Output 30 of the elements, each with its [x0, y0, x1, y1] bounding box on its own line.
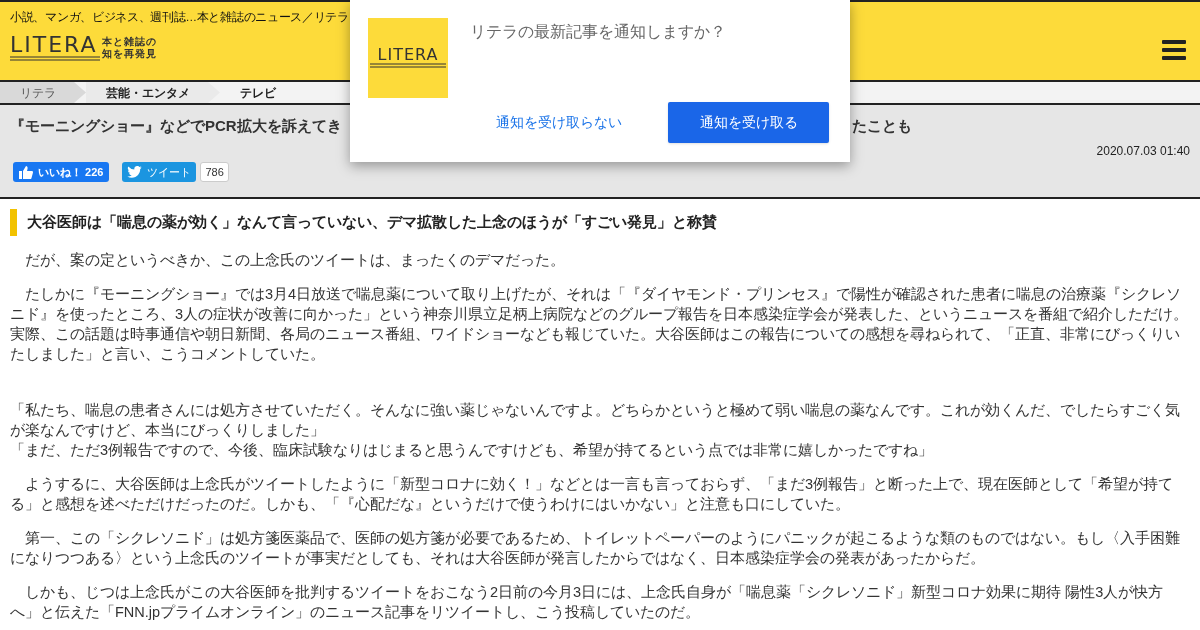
- article-title-end: たことも: [852, 116, 912, 136]
- menu-icon[interactable]: [1162, 40, 1186, 60]
- logo-wordmark: LITERA: [377, 47, 439, 63]
- tweet-button[interactable]: ツイート: [122, 162, 197, 182]
- quote-paragraph: 「私たち、喘息の患者さんには処方させていただく。そんなに強い薬じゃないんですよ。どちらかというと極めて弱い喘息の薬なんです。これが効くんだ、でしたらすごく気が楽なんですけど、本当にびっくりしました」: [10, 401, 1181, 440]
- article-paragraph: だが、案の定というべきか、この上念氏のツイートは、まったくのデマだった。: [24, 251, 566, 270]
- dialog-message: リテラの最新記事を通知しますか？: [470, 22, 726, 42]
- heading-accent-bar: [10, 209, 17, 236]
- accept-button[interactable]: 通知を受け取る: [668, 102, 829, 143]
- thumbs-up-icon: [19, 165, 33, 179]
- breadcrumb-link[interactable]: リテラ: [0, 82, 86, 103]
- quote-paragraph: 「まだ、ただ3例報告ですので、今後、臨床試験なりはじまると思うんですけども、希望が持てるという点では非常に嬉しかったですね」: [10, 441, 935, 460]
- logo-subtitle: 本と雑誌の: [102, 36, 157, 48]
- like-button[interactable]: いいね！ 226: [13, 162, 110, 182]
- bird-icon: [127, 166, 143, 178]
- section-heading: 大谷医師は「喘息の薬が効く」なんて言っていない、デマ拡散した上念のほうが「すごい発見」と称賛: [27, 212, 717, 233]
- article-date: 2020.07.03 01:40: [1096, 143, 1190, 160]
- decline-button[interactable]: 通知を受け取らない: [486, 102, 632, 143]
- article-title-start: 『モーニングショー』などでPCR拡大を訴えてき: [10, 116, 342, 136]
- book-line-icon: [370, 63, 446, 69]
- article-paragraph: ようするに、大谷医師は上念氏がツイートしたように「新型コロナに効く！」などとは一言も言っておらず、「まだ3例報告」と断った上で、現在医師として「希望が持てる」と感想を述べただけだったのだ。しかも、「『心配だな』というだけで使うわけにはいかない」と注意も口にしていた。: [10, 475, 1175, 514]
- logo-wordmark: LITERA: [10, 34, 99, 56]
- breadcrumb-link[interactable]: 芸能・エンタメ: [86, 82, 220, 103]
- site-tagline: 小説、マンガ、ビジネス、週刊誌…本と雑誌のニュース／リテラ: [10, 10, 350, 24]
- article-paragraph: たしかに『モーニングショー』では3月4日放送で喘息薬について取り上げたが、それは「『ダイヤモンド・プリンセス』で陽性が確認された患者に喘息の治療薬『シクレソニド』を使ったところ、3人の症状が改善に向かった」という神奈川県立足柄上病院などのグループ報告を日本感染症学会が発表した、というニュースを番組で紹介しただけ。実際、この話題は時事通信や朝日新聞、各局のニュース番組、ワイドショーなども報じていた。大谷医師はこの報告についての感想を尋ねられて、「正直、非常にびっくりいたしました」と言い、こうコメントしていた。: [10, 285, 1190, 364]
- logo-subtitle: 知を再発見: [102, 48, 157, 60]
- book-line-icon: [10, 56, 100, 62]
- article-paragraph: 第一、この「シクレソニド」は処方箋医薬品で、医師の処方箋が必要であるため、トイレットペーパーのようにパニックが起こるような類のものではない。もし〈入手困難になりつつある〉という上念氏のツイートが事実だとしても、それは大谷医師が発言したからではなく、日本感染症学会の発表があったからだ。: [10, 529, 1181, 568]
- article-paragraph: しかも、じつは上念氏がこの大谷医師を批判するツイートをおこなう2日前の今月3日には、上念氏自身が「喘息薬「シクレソニド」新型コロナ効果に期待 陽性3人が快方へ」と伝えた「FNN.jpプライムオンライン」のニュース記事をリツイートし、こう投稿していたのだ。: [10, 583, 1165, 622]
- tweet-count: 786: [200, 162, 229, 182]
